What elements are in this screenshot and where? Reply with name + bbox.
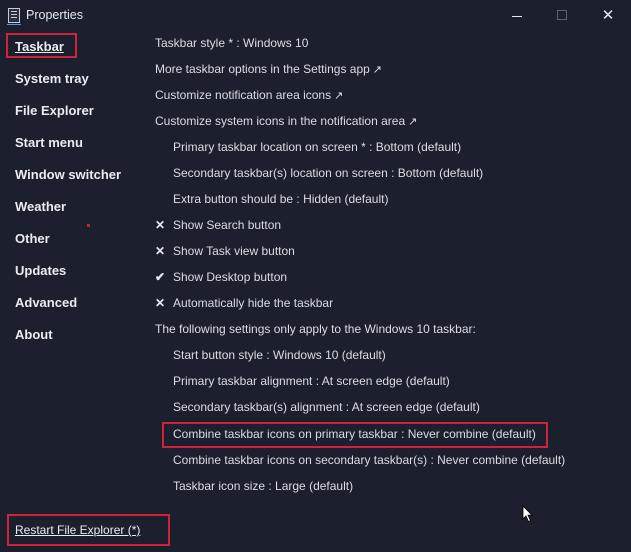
toggle-label: Automatically hide the taskbar — [173, 296, 334, 310]
sidebar-item-weather[interactable]: Weather — [15, 199, 66, 214]
close-icon: ✕ — [601, 6, 615, 24]
maximize-button[interactable] — [539, 0, 585, 30]
start-button-style-setting[interactable]: Start button style : Windows 10 (default… — [173, 348, 386, 362]
close-button[interactable]: ✕ — [585, 0, 631, 30]
taskbar-style-setting[interactable]: Taskbar style * : Windows 10 — [155, 36, 308, 50]
restart-file-explorer-link[interactable]: Restart File Explorer (*) — [15, 523, 140, 537]
secondary-alignment-setting[interactable]: Secondary taskbar(s) alignment : At scre… — [173, 400, 480, 414]
windows10-note: The following settings only apply to the… — [155, 322, 476, 336]
unchecked-x-icon: ✕ — [155, 296, 166, 310]
system-icons-link[interactable]: Customize system icons in the notificati… — [155, 114, 417, 128]
sidebar-item-other[interactable]: Other — [15, 231, 50, 246]
toggle-show-search[interactable]: ✕ Show Search button — [155, 218, 281, 232]
sidebar-item-updates[interactable]: Updates — [15, 263, 66, 278]
unchecked-x-icon: ✕ — [155, 244, 166, 258]
toggle-label: Show Search button — [173, 218, 282, 232]
sidebar-item-file-explorer[interactable]: File Explorer — [15, 103, 94, 118]
icon-size-setting[interactable]: Taskbar icon size : Large (default) — [173, 479, 353, 493]
unchecked-x-icon: ✕ — [155, 218, 166, 232]
link-label: Customize system icons in the notificati… — [155, 114, 406, 128]
toggle-label: Show Desktop button — [173, 270, 288, 284]
toggle-auto-hide[interactable]: ✕ Automatically hide the taskbar — [155, 296, 333, 310]
toggle-show-task-view[interactable]: ✕ Show Task view button — [155, 244, 295, 258]
link-label: Customize notification area icons — [155, 88, 332, 102]
minimize-button[interactable] — [494, 0, 540, 30]
external-link-icon: ↗ — [372, 64, 383, 76]
extra-button-setting[interactable]: Extra button should be : Hidden (default… — [173, 192, 388, 206]
toggle-show-desktop[interactable]: ✔ Show Desktop button — [155, 270, 287, 284]
link-label: More taskbar options in the Settings app — [155, 62, 370, 76]
mouse-cursor-icon — [522, 505, 533, 523]
primary-alignment-setting[interactable]: Primary taskbar alignment : At screen ed… — [173, 374, 450, 388]
minimize-icon — [512, 15, 522, 17]
red-dot-marker — [87, 224, 90, 227]
combine-secondary-setting[interactable]: Combine taskbar icons on secondary taskb… — [173, 453, 565, 467]
sidebar-item-about[interactable]: About — [15, 327, 53, 342]
external-link-icon: ↗ — [408, 116, 418, 128]
notification-icons-link[interactable]: Customize notification area icons ↗ — [155, 88, 343, 102]
sidebar-item-window-switcher[interactable]: Window switcher — [15, 167, 121, 182]
external-link-icon: ↗ — [334, 90, 344, 102]
window-title: Properties — [26, 8, 83, 22]
more-options-link[interactable]: More taskbar options in the Settings app… — [155, 62, 382, 76]
secondary-location-setting[interactable]: Secondary taskbar(s) location on screen … — [173, 166, 483, 180]
sidebar-item-system-tray[interactable]: System tray — [15, 71, 89, 86]
maximize-icon — [557, 10, 567, 20]
title-bar: Properties ✕ — [0, 0, 631, 30]
primary-location-setting[interactable]: Primary taskbar location on screen * : B… — [173, 140, 461, 154]
sidebar-item-advanced[interactable]: Advanced — [15, 295, 77, 310]
checkmark-icon: ✔ — [155, 270, 166, 284]
properties-app-icon — [7, 8, 21, 25]
toggle-label: Show Task view button — [173, 244, 295, 258]
sidebar-item-taskbar[interactable]: Taskbar — [15, 39, 64, 54]
sidebar-item-start-menu[interactable]: Start menu — [15, 135, 83, 150]
combine-primary-setting[interactable]: Combine taskbar icons on primary taskbar… — [173, 427, 536, 441]
